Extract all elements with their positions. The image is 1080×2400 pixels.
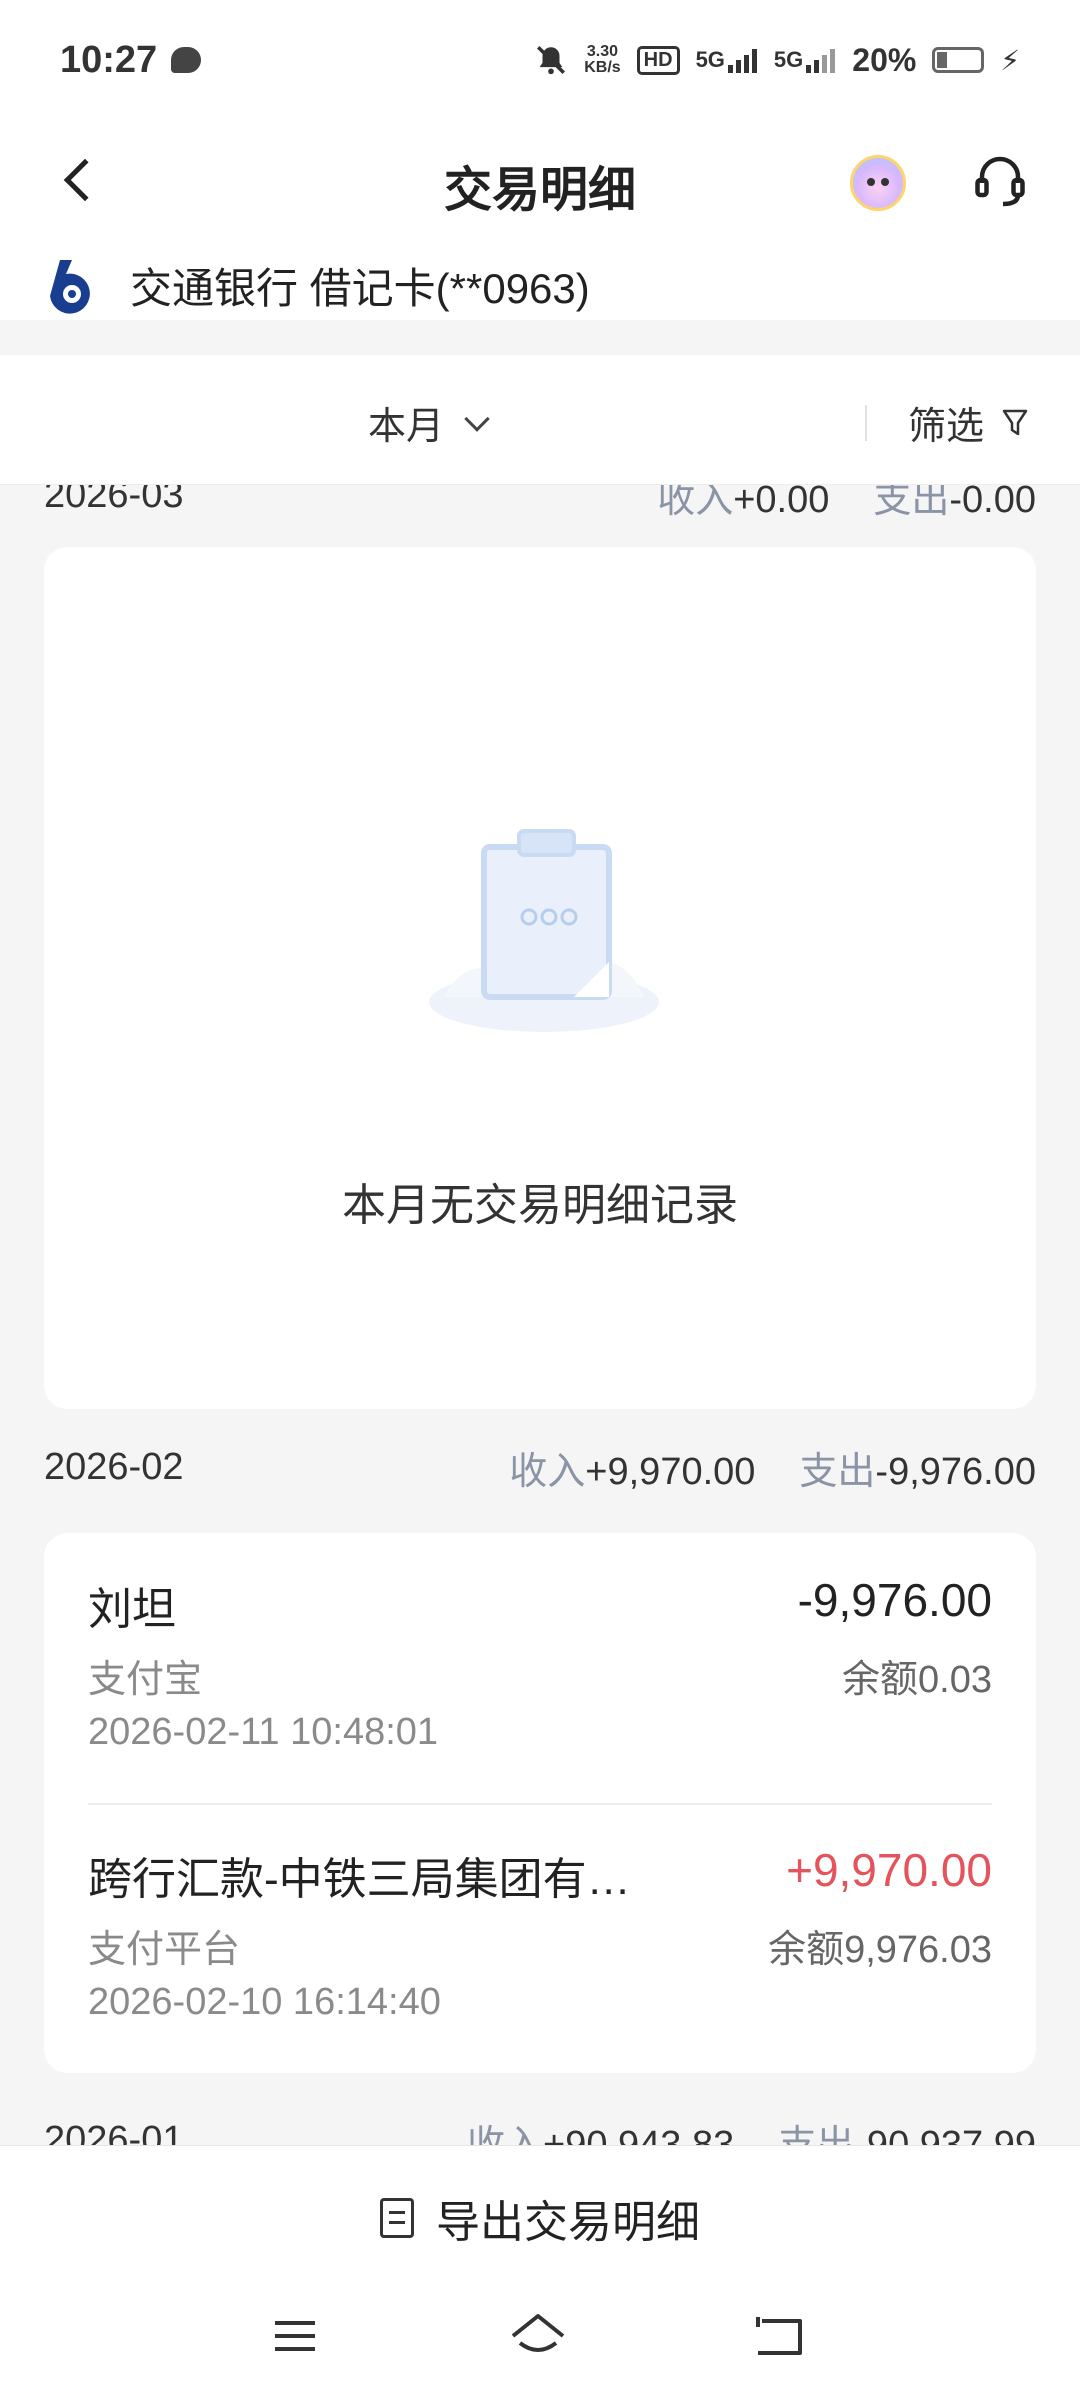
income-value: +0.00: [733, 485, 830, 521]
filter-label: 筛选: [908, 406, 985, 448]
status-time: 10:27: [60, 38, 158, 81]
bottom-bar: 导出交易明细: [0, 2145, 1080, 2400]
return-arrow-icon: [756, 2317, 802, 2355]
income-value: +9,970.00: [585, 1450, 756, 1493]
transaction-time: 2026-02-10 16:14:40: [88, 1981, 441, 2023]
expense-value: -0.00: [949, 485, 1036, 521]
transaction-row[interactable]: 跨行汇款-中铁三局集团有… +9,970.00 支付平台 余额9,976.03 …: [88, 1803, 992, 2073]
document-icon: [380, 2198, 414, 2238]
home-icon: [511, 2314, 565, 2352]
income-total: 收入+90,943.83: [467, 2113, 734, 2146]
hd-badge: HD: [636, 45, 680, 75]
expense-value: -90,937.99: [854, 2123, 1036, 2146]
home-nav-button[interactable]: [508, 2311, 578, 2371]
transaction-counterparty: 跨行汇款-中铁三局集团有…: [88, 1855, 631, 1904]
network-speed: 3.30 KB/s: [584, 44, 620, 76]
status-bar: 10:27 3.30 KB/s HD 5G 5G 20% ⚡: [0, 0, 1080, 120]
battery-icon: [932, 47, 985, 73]
income-total: 收入+9,970.00: [509, 1440, 755, 1495]
income-label: 收入: [657, 485, 734, 521]
menu-lines-icon: [275, 2321, 315, 2351]
customer-service-headset-icon[interactable]: [970, 150, 1030, 210]
expense-total: 支出-90,937.99: [778, 2113, 1036, 2146]
network-speed-value: 3.30: [586, 43, 619, 60]
month-selector-label: 本月: [368, 406, 445, 448]
signal-5g-2: 5G: [774, 47, 836, 73]
menu-nav-button[interactable]: [270, 2311, 340, 2371]
month-label: 2026-03: [44, 485, 184, 516]
month-summary-2026-01: 2026-01 收入+90,943.83 支出-90,937.99: [44, 2110, 1036, 2146]
transaction-balance: 余额0.03: [842, 1659, 992, 1701]
expense-label: 支出: [799, 1450, 876, 1493]
income-label: 收入: [509, 1450, 586, 1493]
back-nav-button[interactable]: [752, 2311, 822, 2371]
export-transactions-button[interactable]: 导出交易明细: [0, 2186, 1080, 2250]
empty-clipboard-illustration-icon: [429, 829, 659, 1032]
month-totals: 收入+0.00 支出-0.00: [657, 485, 1036, 523]
transaction-amount: +9,970.00: [786, 1844, 992, 1896]
transaction-time: 2026-02-11 10:48:01: [88, 1711, 439, 1753]
income-value: +90,943.83: [543, 2123, 735, 2146]
transaction-amount: -9,976.00: [797, 1574, 992, 1626]
month-selector[interactable]: 本月: [368, 395, 490, 450]
empty-state-message: 本月无交易明细记录: [342, 1181, 738, 1230]
transaction-channel: 支付平台: [88, 1929, 241, 1971]
expense-label: 支出: [873, 485, 950, 521]
divider: [865, 405, 867, 441]
funnel-filter-icon: [1002, 409, 1028, 435]
filter-bar: 本月 筛选: [0, 355, 1080, 485]
month-summary-2026-02: 2026-02 收入+9,970.00 支出-9,976.00: [44, 1437, 1036, 1497]
income-label: 收入: [467, 2123, 544, 2146]
month-totals: 收入+9,970.00 支出-9,976.00: [509, 1440, 1036, 1495]
filter-button[interactable]: 筛选: [908, 395, 1028, 450]
signal-5g-1: 5G: [696, 47, 758, 73]
battery-percent: 20%: [852, 41, 917, 78]
charging-icon: ⚡: [1000, 44, 1020, 76]
transaction-balance: 余额9,976.03: [768, 1929, 992, 1971]
month-totals: 收入+90,943.83 支出-90,937.99: [467, 2113, 1036, 2146]
transactions-card: 刘坦 -9,976.00 支付宝 余额0.03 2026-02-11 10:48…: [44, 1533, 1036, 2073]
mascot-avatar-icon[interactable]: [850, 155, 906, 211]
expense-value: -9,976.00: [875, 1450, 1036, 1493]
expense-total: 支出-9,976.00: [799, 1440, 1036, 1495]
signal-5g-2-label: 5G: [773, 47, 804, 72]
transaction-row[interactable]: 刘坦 -9,976.00 支付宝 余额0.03 2026-02-11 10:48…: [88, 1533, 992, 1803]
account-row[interactable]: 交通银行 借记卡(**0963): [42, 255, 590, 316]
signal-bars-icon: [806, 49, 836, 73]
month-label: 2026-01: [44, 2118, 184, 2146]
status-icons: 3.30 KB/s HD 5G 5G 20% ⚡: [534, 42, 1020, 79]
chevron-down-icon: [464, 405, 490, 432]
account-title: 交通银行 借记卡(**0963): [130, 265, 590, 312]
page-title: 交易明细: [443, 164, 636, 217]
month-label: 2026-02: [44, 1445, 184, 1488]
signal-5g-1-label: 5G: [695, 47, 725, 72]
message-notification-icon: [171, 47, 202, 73]
system-navigation-bar: [0, 2311, 1080, 2391]
network-speed-unit: KB/s: [584, 59, 621, 76]
transaction-counterparty: 刘坦: [88, 1585, 176, 1634]
mute-bell-icon: [537, 45, 566, 75]
income-total: 收入+0.00: [657, 485, 829, 523]
bocom-bank-logo-icon: [50, 259, 90, 314]
export-label: 导出交易明细: [436, 2198, 700, 2247]
empty-state-card: 本月无交易明细记录: [44, 547, 1036, 1409]
expense-label: 支出: [778, 2123, 855, 2146]
signal-bars-icon: [727, 49, 757, 73]
month-summary-2026-03: 2026-03 收入+0.00 支出-0.00: [44, 485, 1036, 525]
header: 交易明细 交通银行 借记卡(**0963): [0, 120, 1080, 320]
transaction-list[interactable]: 2026-03 收入+0.00 支出-0.00 本月无交易明细记录 2026-0…: [0, 485, 1080, 2145]
transaction-channel: 支付宝: [88, 1659, 203, 1701]
status-time-group: 10:27: [60, 38, 202, 82]
expense-total: 支出-0.00: [873, 485, 1036, 523]
